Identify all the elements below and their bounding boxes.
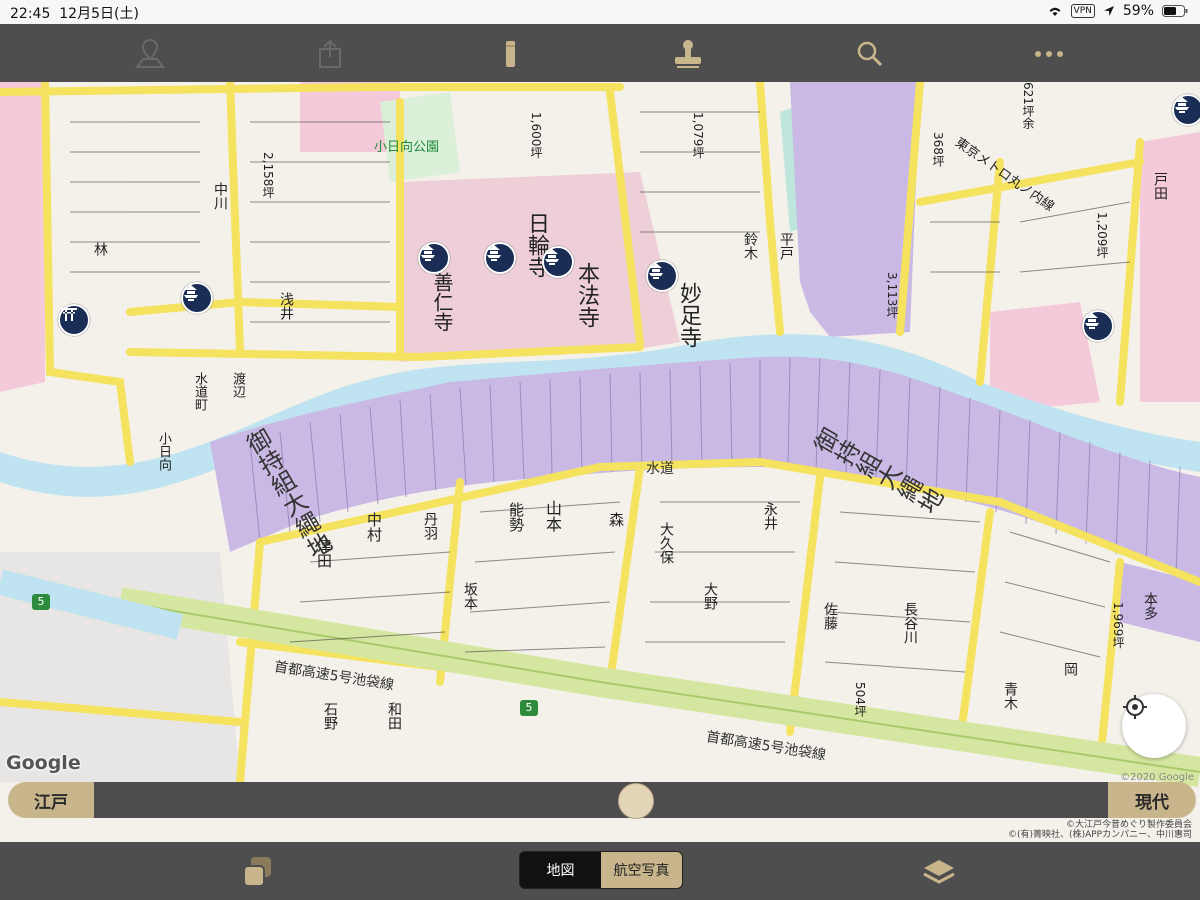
- copy-icon[interactable]: [240, 854, 276, 890]
- area-label-watanabe: 渡辺: [230, 372, 245, 398]
- parcel-label-6: 1,969坪: [1111, 602, 1125, 649]
- shrine-pin-icon[interactable]: [58, 304, 90, 336]
- owner-label-21: 石野: [322, 702, 338, 730]
- owner-label-6: 浅井: [278, 292, 294, 320]
- temple-label-2: 妙足寺: [676, 282, 701, 348]
- owner-label-19: 戸田: [1152, 172, 1168, 200]
- map-credits: ©大江戸今昔めぐり製作委員会 ©(有)菁映社、(株)APPカンパニー、中川惠司: [1008, 820, 1192, 840]
- layers-icon[interactable]: [920, 854, 958, 890]
- status-time-date: 22:45 12月5日(土): [10, 3, 139, 23]
- status-date: 12月5日(土): [59, 6, 139, 22]
- owner-label-5: 森: [607, 512, 625, 527]
- map-type-toggle[interactable]: 地図 航空写真: [519, 851, 683, 889]
- owner-label-1: 山本: [543, 500, 562, 532]
- credit-line-1: ©大江戸今昔めぐり製作委員会: [1065, 820, 1192, 830]
- status-bar: 22:45 12月5日(土) VPN 59%: [0, 0, 1200, 24]
- parcel-label-8: 3,113坪: [885, 272, 899, 319]
- owner-label-15: 大野: [702, 582, 718, 610]
- wifi-icon: [1049, 7, 1061, 16]
- map-view[interactable]: 小日向公園 東京メトロ丸ノ内線 水道 首都高速5号池袋線 首都高速5号池袋線 御…: [0, 82, 1200, 842]
- status-time: 22:45: [10, 6, 51, 22]
- owner-label-4: 中村: [365, 512, 383, 542]
- era-slider[interactable]: 江戸 現代: [8, 782, 1196, 819]
- owner-label-3: 津田: [315, 538, 333, 568]
- parcel-label-5: 1,209坪: [1095, 212, 1109, 259]
- area-label-kohinata: 小日向: [156, 432, 171, 471]
- battery-icon: [1162, 5, 1188, 17]
- vpn-badge: VPN: [1070, 4, 1095, 18]
- owner-label-9: 大久保: [658, 522, 674, 564]
- edo-button[interactable]: 江戸: [8, 782, 94, 818]
- location-arrow-icon: [1103, 6, 1114, 16]
- area-label-suidocho: 水道町: [192, 372, 207, 411]
- bottom-bar: 地図 航空写真: [0, 842, 1200, 900]
- share-icon[interactable]: [308, 32, 352, 76]
- parcel-label-7: 504坪: [853, 682, 867, 717]
- stamp-icon[interactable]: [666, 32, 710, 76]
- map-canvas: [0, 82, 1200, 842]
- owner-label-11: 中川: [212, 182, 228, 210]
- parcel-label-3: 1,079坪: [691, 112, 705, 159]
- temple-pin-icon[interactable]: [484, 242, 516, 274]
- owner-label-16: 坂本: [462, 582, 478, 610]
- route-shield-5b: 5: [520, 700, 538, 716]
- temple-pin-icon[interactable]: [1172, 94, 1200, 126]
- water-label: 水道: [646, 461, 674, 477]
- parcel-label-4: 368坪: [931, 132, 945, 167]
- more-icon[interactable]: [1027, 32, 1071, 76]
- current-location-button[interactable]: [1122, 694, 1186, 758]
- owner-label-14: 平戸: [778, 232, 794, 260]
- owner-label-10: 丹羽: [422, 512, 438, 540]
- pencil-icon[interactable]: [488, 32, 532, 76]
- owner-label-2: 能勢: [507, 502, 525, 532]
- status-right: VPN 59%: [1047, 3, 1188, 19]
- map-pin-icon[interactable]: [128, 32, 172, 76]
- temple-pin-icon[interactable]: [418, 242, 450, 274]
- top-toolbar: [0, 24, 1200, 82]
- owner-label-12: 鈴木: [742, 232, 758, 260]
- temple-pin-icon[interactable]: [181, 282, 213, 314]
- owner-label-20: 佐藤: [822, 602, 838, 630]
- credit-line-2: ©(有)菁映社、(株)APPカンパニー、中川惠司: [1008, 830, 1192, 840]
- slider-track[interactable]: [94, 782, 1108, 819]
- park-label: 小日向公園: [374, 140, 440, 155]
- temple-label-4: 善仁寺: [430, 272, 454, 332]
- modern-button[interactable]: 現代: [1108, 782, 1196, 818]
- owner-label-17: 長谷川: [902, 602, 918, 644]
- search-icon[interactable]: [848, 32, 892, 76]
- slider-thumb[interactable]: [618, 783, 654, 819]
- temple-pin-icon[interactable]: [1082, 310, 1114, 342]
- owner-label-22: 和田: [386, 702, 402, 730]
- parcel-label-1: 2,158坪: [261, 152, 275, 199]
- parcel-label-2: 1,600坪: [529, 112, 543, 159]
- tab-map[interactable]: 地図: [520, 852, 601, 888]
- google-logo: Google: [6, 752, 81, 774]
- battery-percent: 59%: [1122, 3, 1154, 19]
- crosshair-icon: [1123, 695, 1147, 719]
- owner-label-7: 林: [92, 242, 108, 256]
- temple-pin-icon[interactable]: [542, 246, 574, 278]
- route-shield-5: 5: [32, 594, 50, 610]
- owner-label-18: 本多: [1142, 592, 1158, 620]
- tab-aerial[interactable]: 航空写真: [601, 852, 682, 888]
- owner-label-23: 青木: [1002, 682, 1018, 710]
- temple-label-1: 本法寺: [574, 262, 599, 328]
- parcel-label-9: 621坪余: [1021, 82, 1035, 129]
- temple-pin-icon[interactable]: [646, 260, 678, 292]
- owner-label-13: 永井: [762, 502, 778, 530]
- owner-label-8: 岡: [1062, 662, 1078, 676]
